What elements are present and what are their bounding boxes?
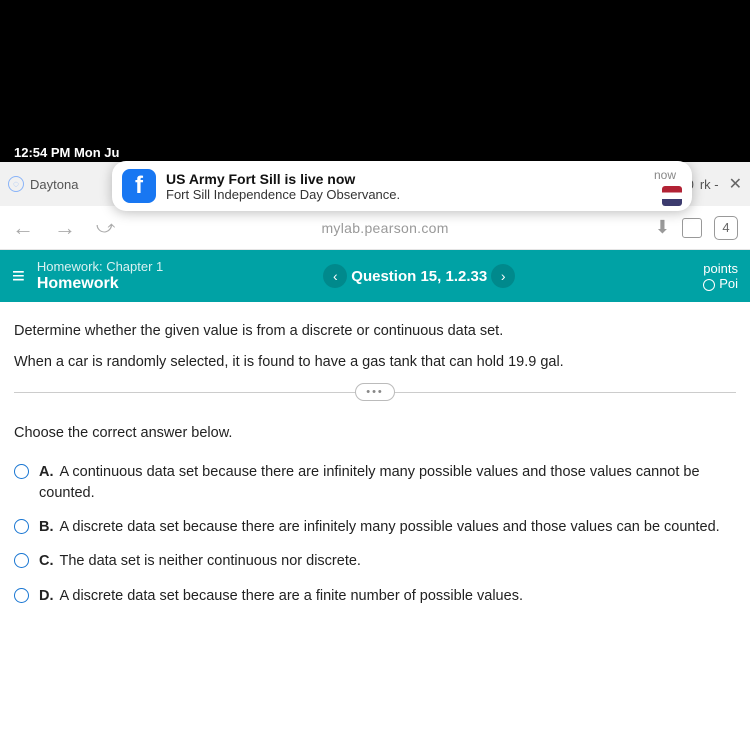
tab-left[interactable]: ◌ Daytona	[8, 176, 78, 192]
choice-c[interactable]: C. The data set is neither continuous nor…	[14, 544, 736, 578]
choice-b-text: A discrete data set because there are in…	[60, 519, 720, 535]
forward-icon[interactable]: →	[54, 215, 76, 241]
tab-right-label: rk -	[700, 177, 719, 192]
choice-c-text: The data set is neither continuous nor d…	[60, 553, 361, 569]
points-area: points Poi	[703, 261, 738, 291]
radio-a[interactable]	[14, 464, 29, 479]
back-icon[interactable]: ←	[12, 215, 34, 241]
question-navigator: ‹ Question 15, 1.2.33 ›	[323, 264, 515, 288]
status-time: 12:54 PM Mon Ju	[14, 145, 119, 160]
radio-c[interactable]	[14, 553, 29, 568]
reload-icon[interactable]: ⤻	[96, 217, 115, 238]
choice-a-letter: A.	[39, 464, 54, 480]
header-titles: Homework: Chapter 1 Homework	[37, 259, 163, 294]
header-supertitle: Homework: Chapter 1	[37, 259, 163, 275]
notification-title: US Army Fort Sill is live now	[166, 171, 654, 187]
choice-d-letter: D.	[39, 588, 54, 604]
points-poi: Poi	[719, 276, 738, 291]
facebook-icon: f	[122, 169, 156, 203]
app-header: ≡ Homework: Chapter 1 Homework ‹ Questio…	[0, 250, 750, 302]
notification-banner[interactable]: f US Army Fort Sill is live now Fort Sil…	[112, 161, 692, 211]
problem-line-1: Determine whether the given value is fro…	[14, 320, 736, 343]
url-display[interactable]: mylab.pearson.com	[135, 220, 635, 236]
prev-question-button[interactable]: ‹	[323, 264, 347, 288]
question-label: Question 15, 1.2.33	[351, 268, 487, 285]
ipad-status-bar: 12:54 PM Mon Ju	[0, 142, 750, 162]
problem-statement: Determine whether the given value is fro…	[0, 302, 750, 425]
more-icon[interactable]: •••	[355, 383, 395, 401]
radio-d[interactable]	[14, 588, 29, 603]
divider: •••	[14, 392, 736, 393]
choice-c-letter: C.	[39, 553, 54, 569]
problem-line-2: When a car is randomly selected, it is f…	[14, 351, 736, 374]
share-icon[interactable]	[682, 218, 702, 238]
choice-a-text: A continuous data set because there are …	[39, 464, 700, 500]
notification-subtitle: Fort Sill Independence Day Observance.	[166, 187, 654, 202]
tabs-count-button[interactable]: 4	[714, 216, 738, 240]
notification-time: now	[654, 168, 676, 182]
choice-a[interactable]: A.A continuous data set because there ar…	[14, 455, 736, 510]
flag-icon	[662, 186, 682, 206]
header-title: Homework	[37, 274, 163, 293]
choice-b[interactable]: B. A discrete data set because there are …	[14, 510, 736, 544]
phantom-background	[0, 0, 750, 142]
points-circle-icon	[703, 279, 715, 291]
bookmark-icon[interactable]: ⬇	[655, 217, 670, 238]
next-question-button[interactable]: ›	[491, 264, 515, 288]
browser-navigation: ← → ⤻ mylab.pearson.com ⬇ 4	[0, 206, 750, 250]
choice-b-letter: B.	[39, 519, 54, 535]
choices-list: A.A continuous data set because there ar…	[0, 455, 750, 612]
notification-body: US Army Fort Sill is live now Fort Sill …	[166, 171, 654, 202]
prompt-text: Choose the correct answer below.	[0, 425, 750, 441]
choice-d[interactable]: D. A discrete data set because there are …	[14, 579, 736, 613]
radio-b[interactable]	[14, 519, 29, 534]
globe-icon: ◌	[8, 176, 24, 192]
points-label: points	[703, 261, 738, 276]
menu-icon[interactable]: ≡	[12, 263, 25, 289]
content-area: Determine whether the given value is fro…	[0, 302, 750, 750]
choice-d-text: A discrete data set because there are a …	[60, 588, 523, 604]
tab-left-label: Daytona	[30, 177, 78, 192]
close-icon[interactable]: ✕	[729, 174, 742, 194]
